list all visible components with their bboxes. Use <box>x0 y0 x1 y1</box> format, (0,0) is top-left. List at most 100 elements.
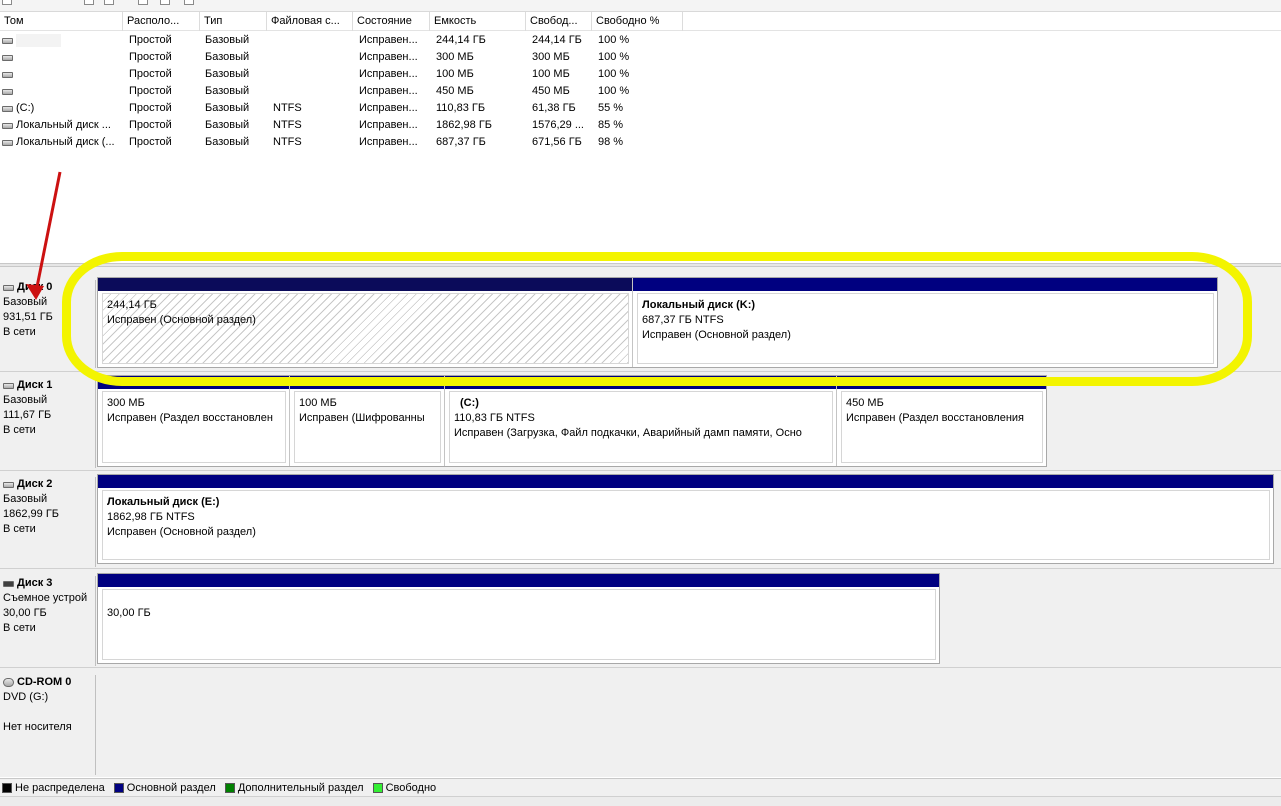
drive-icon <box>2 71 13 78</box>
partition-title: (C:) <box>460 397 479 409</box>
partition-local-disk-k[interactable]: Локальный диск (K:) 687,37 ГБ NTFS Испра… <box>633 278 1217 367</box>
column-header-status[interactable]: Состояние <box>353 12 430 31</box>
volume-layout: Простой <box>129 119 172 131</box>
legend-label: Дополнительный раздел <box>237 782 364 794</box>
legend-free-space: Свободно <box>372 779 436 797</box>
disk-kind: Съемное устрой <box>3 592 88 604</box>
column-header-free-space[interactable]: Свобод... <box>526 12 592 31</box>
partition-status: Исправен (Раздел восстановления <box>846 412 1025 424</box>
disk-size: 111,67 ГБ <box>3 409 52 421</box>
partition-body: Локальный диск (E:) 1862,98 ГБ NTFS Испр… <box>102 490 1270 560</box>
table-row[interactable]: Локальный диск (... Простой Базовый NTFS… <box>0 134 1281 151</box>
partition-unlabeled[interactable]: 244,14 ГБ Исправен (Основной раздел) <box>98 278 633 367</box>
partition-size: 244,14 ГБ <box>107 299 157 311</box>
disk-size: 931,51 ГБ <box>3 311 53 323</box>
partition-removable-30gb[interactable]: 30,00 ГБ <box>98 574 939 663</box>
column-header-layout[interactable]: Располо... <box>123 12 200 31</box>
disk-size: 30,00 ГБ <box>3 607 47 619</box>
disk-separator <box>0 568 1281 569</box>
volume-filesystem <box>273 83 351 100</box>
volume-status: Исправен... <box>359 119 418 131</box>
table-row[interactable]: Простой Базовый Исправен... 100 МБ 100 М… <box>0 66 1281 83</box>
volume-free: 1576,29 ... <box>532 119 584 131</box>
back-icon[interactable] <box>2 0 12 5</box>
volume-status: Исправен... <box>359 136 418 148</box>
partition-status: Исправен (Основной раздел) <box>107 526 256 538</box>
help-icon[interactable] <box>104 0 114 5</box>
volume-type: Базовый <box>205 34 250 46</box>
partition-color-bar <box>633 278 1217 291</box>
partition-body: 450 МБ Исправен (Раздел восстановления <box>841 391 1043 463</box>
table-row[interactable]: Локальный диск ... Простой Базовый NTFS … <box>0 117 1281 134</box>
volume-status: Исправен... <box>359 68 418 80</box>
disk-size <box>3 705 95 720</box>
table-row[interactable]: (C:) Простой Базовый NTFS Исправен... 11… <box>0 100 1281 117</box>
volume-free-percent: 100 % <box>598 51 630 63</box>
disk-state: В сети <box>3 424 36 436</box>
column-header-capacity[interactable]: Емкость <box>430 12 526 31</box>
disk-separator <box>0 371 1281 372</box>
refresh-icon[interactable] <box>184 0 194 5</box>
disk-map: Диск 0 Базовый 931,51 ГБ В сети 244,14 Г… <box>0 267 1281 777</box>
volume-layout: Простой <box>129 68 172 80</box>
volume-filesystem: NTFS <box>273 119 302 131</box>
disk-size: 1862,99 ГБ <box>3 508 59 520</box>
legend: Не распределена Основной раздел Дополнит… <box>0 778 1281 796</box>
volume-free-percent: 100 % <box>598 85 630 97</box>
cdrom-0-label[interactable]: CD-ROM 0 DVD (G:) Нет носителя <box>0 675 96 775</box>
volume-free: 300 МБ <box>532 51 570 63</box>
volume-status: Исправен... <box>359 85 418 97</box>
volume-layout: Простой <box>129 136 172 148</box>
partition-recovery-450mb[interactable]: 450 МБ Исправен (Раздел восстановления <box>837 376 1046 466</box>
disk-separator <box>0 667 1281 668</box>
volume-type: Базовый <box>205 119 250 131</box>
legend-label: Не распределена <box>15 782 105 794</box>
partition-color-bar <box>290 376 444 389</box>
dvd-drive-icon <box>3 678 14 687</box>
disk-2-label[interactable]: Диск 2 Базовый 1862,99 ГБ В сети <box>0 477 96 567</box>
volume-free-percent: 100 % <box>598 34 630 46</box>
disk-3-label[interactable]: Диск 3 Съемное устрой 30,00 ГБ В сети <box>0 576 96 666</box>
column-header-filesystem[interactable]: Файловая с... <box>267 12 353 31</box>
volume-list: Простой Базовый Исправен... 244,14 ГБ 24… <box>0 32 1281 151</box>
table-row[interactable]: Простой Базовый Исправен... 450 МБ 450 М… <box>0 83 1281 100</box>
volume-type: Базовый <box>205 102 250 114</box>
disk-icon <box>3 382 14 389</box>
partition-local-disk-e[interactable]: Локальный диск (E:) 1862,98 ГБ NTFS Испр… <box>98 475 1273 563</box>
disk-title: Диск 3 <box>17 577 53 589</box>
table-row[interactable]: Простой Базовый Исправен... 244,14 ГБ 24… <box>0 32 1281 49</box>
disk-kind: Базовый <box>3 296 48 308</box>
volume-name: Локальный диск ... <box>16 119 111 131</box>
partition-encrypted-100mb[interactable]: 100 МБ Исправен (Шифрованны <box>290 376 445 466</box>
partition-size: 110,83 ГБ NTFS <box>454 412 535 424</box>
table-row[interactable]: Простой Базовый Исправен... 300 МБ 300 М… <box>0 49 1281 66</box>
column-header-type[interactable]: Тип <box>200 12 267 31</box>
volume-layout: Простой <box>129 102 172 114</box>
partition-color-bar <box>98 574 939 587</box>
partition-body: 300 МБ Исправен (Раздел восстановлен <box>102 391 286 463</box>
legend-swatch <box>372 783 383 793</box>
drive-icon <box>2 139 13 146</box>
volume-filesystem: NTFS <box>273 136 302 148</box>
volume-status: Исправен... <box>359 51 418 63</box>
volume-capacity: 450 МБ <box>436 85 474 97</box>
properties-icon[interactable] <box>84 0 94 5</box>
drive-icon <box>2 37 13 44</box>
check-icon[interactable] <box>160 0 170 5</box>
partition-recovery-300mb[interactable]: 300 МБ Исправен (Раздел восстановлен <box>98 376 290 466</box>
connect-icon[interactable] <box>138 0 148 5</box>
column-header-free-percent[interactable]: Свободно % <box>592 12 683 31</box>
partition-body: 100 МБ Исправен (Шифрованны <box>294 391 441 463</box>
partition-c[interactable]: (C:) 110,83 ГБ NTFS Исправен (Загрузка, … <box>445 376 837 466</box>
disk-1-label[interactable]: Диск 1 Базовый 111,67 ГБ В сети <box>0 378 96 468</box>
partition-status: Исправен (Основной раздел) <box>107 314 256 326</box>
column-header-volume[interactable]: Том <box>0 12 123 31</box>
legend-swatch <box>224 783 235 793</box>
disk-title: CD-ROM 0 <box>17 676 72 688</box>
drive-icon <box>2 122 13 129</box>
toolbar <box>0 0 1281 12</box>
disk-0-label[interactable]: Диск 0 Базовый 931,51 ГБ В сети <box>0 280 96 368</box>
volume-layout: Простой <box>129 51 172 63</box>
partition-color-bar <box>837 376 1046 389</box>
volume-name: Локальный диск (... <box>16 136 115 148</box>
